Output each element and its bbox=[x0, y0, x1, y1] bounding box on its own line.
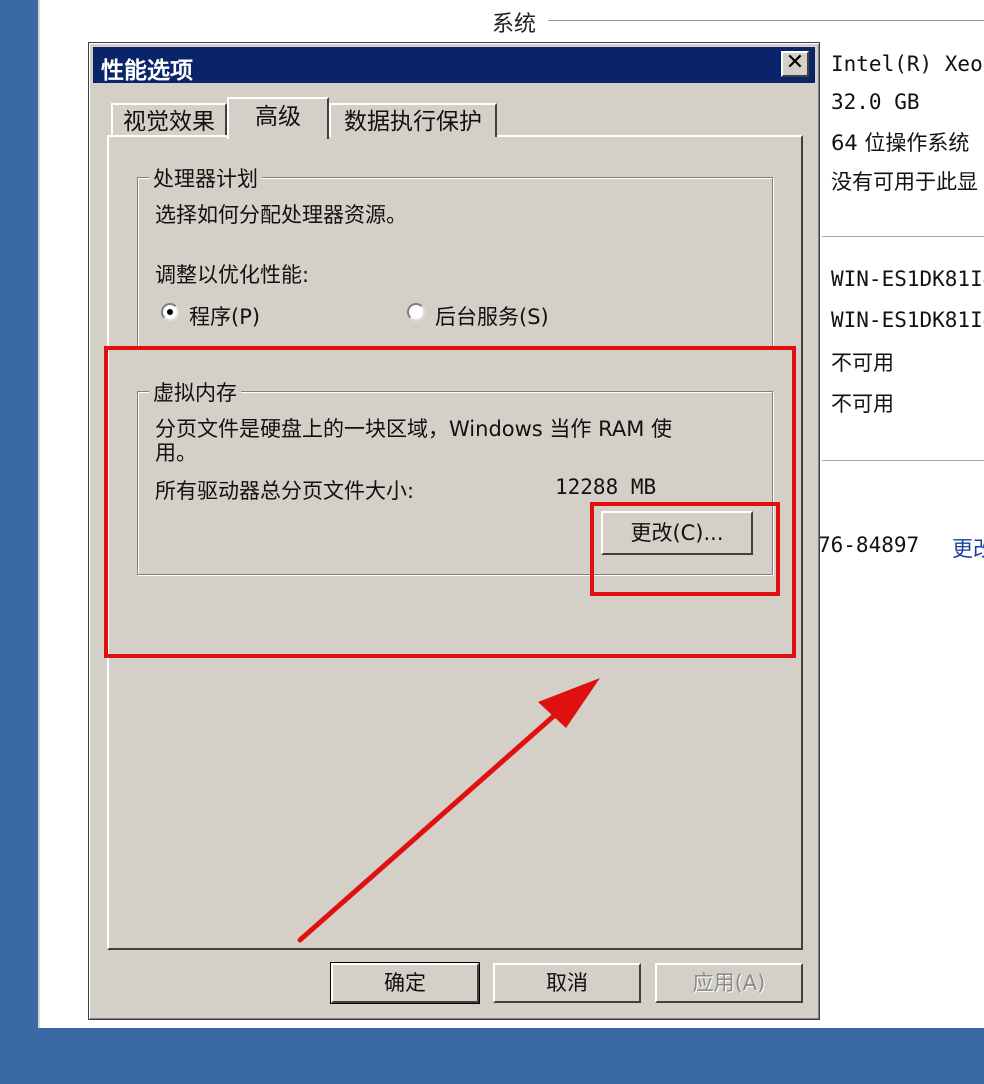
red-arrow bbox=[297, 678, 600, 943]
tab-advanced[interactable]: 高级 bbox=[227, 97, 329, 139]
